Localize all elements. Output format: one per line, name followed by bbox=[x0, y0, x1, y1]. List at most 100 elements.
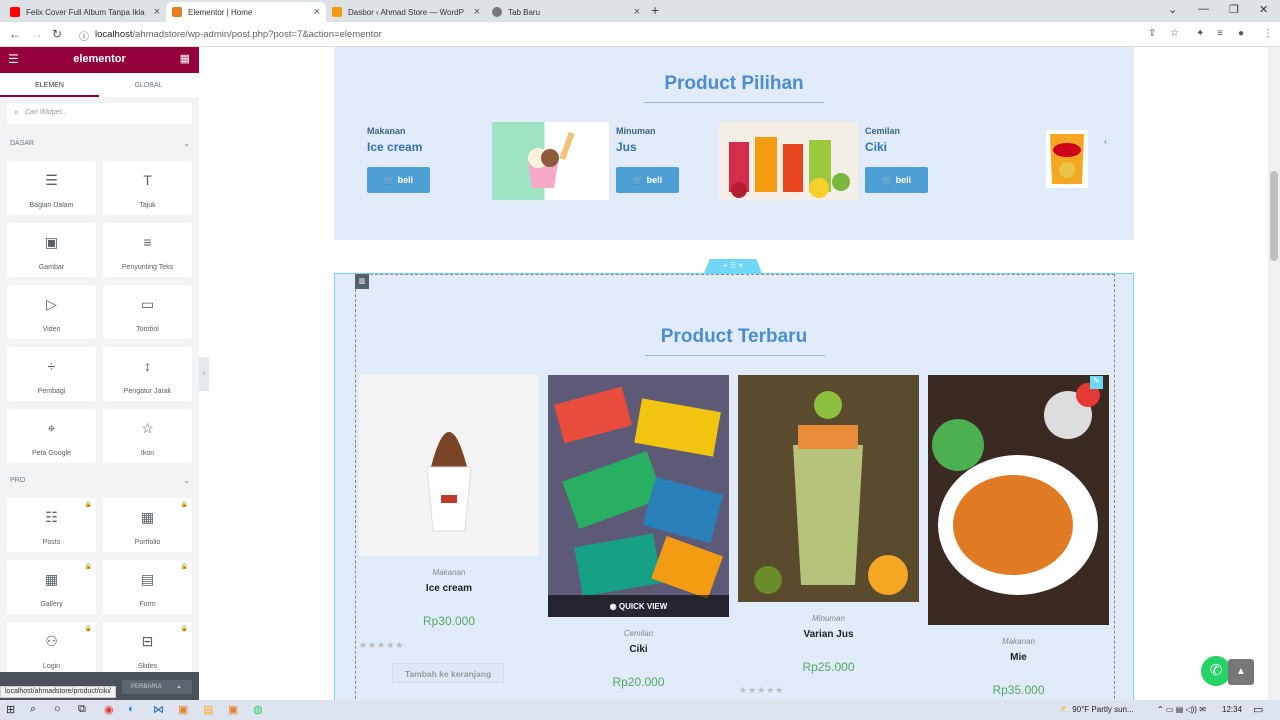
column-edit-icon[interactable]: ▥ bbox=[355, 274, 369, 289]
restore-button[interactable]: ❐ bbox=[1229, 3, 1239, 16]
url-field[interactable]: localhost/ahmadstore/wp-admin/post.php?p… bbox=[95, 29, 382, 40]
cortana-icon[interactable]: ○ bbox=[54, 703, 61, 715]
product-image[interactable]: ◉ QUICK VIEW bbox=[548, 375, 729, 617]
beli-button[interactable]: 🛒 beli bbox=[367, 167, 430, 193]
weather-widget[interactable]: ⛅ 90°F Partly sun... bbox=[1060, 705, 1134, 714]
task-view-icon[interactable]: ⧉ bbox=[78, 703, 86, 716]
extensions-icon[interactable]: ✦ bbox=[1196, 28, 1204, 39]
product-card[interactable]: Makanan Mie Rp35.000 bbox=[928, 375, 1109, 697]
widget-portfolio[interactable]: ▦ Portfolio 🔒 bbox=[103, 498, 192, 552]
widget-peta-google[interactable]: ⌖ Peta Google bbox=[7, 409, 96, 463]
widget-login[interactable]: ⚇ Login 🔒 bbox=[7, 622, 96, 676]
product-card[interactable]: Makanan Ice cream Rp30.000 bbox=[359, 375, 539, 628]
widget-posts[interactable]: ☷ Posts 🔒 bbox=[7, 498, 96, 552]
product-image[interactable] bbox=[928, 375, 1109, 625]
ice-cream-image[interactable] bbox=[492, 122, 609, 200]
whatsapp-app-icon[interactable]: ◍ bbox=[253, 703, 263, 716]
product-image[interactable] bbox=[738, 375, 919, 602]
section-handle[interactable]: + ⠿ × bbox=[704, 259, 762, 273]
section-basic-header[interactable]: DASAR ⌄ bbox=[10, 139, 190, 148]
product-name[interactable]: Ice cream bbox=[359, 583, 539, 594]
add-icon[interactable]: + bbox=[723, 261, 728, 270]
clock[interactable]: 12:34 bbox=[1222, 705, 1242, 714]
search-icon[interactable]: ⌕ bbox=[30, 703, 36, 716]
window-close-button[interactable]: ✕ bbox=[1259, 3, 1268, 16]
notifications-icon[interactable]: ▭ bbox=[1253, 703, 1263, 716]
spacer-icon: ↕ bbox=[144, 358, 151, 374]
tab-search-icon[interactable]: ⌄ bbox=[1168, 3, 1177, 16]
site-info-icon[interactable]: ⓘ bbox=[79, 28, 89, 43]
drag-handle-icon[interactable]: ⠿ bbox=[730, 261, 736, 270]
back-icon[interactable]: ← bbox=[9, 27, 21, 41]
widget-tombol[interactable]: ▭ Tombol bbox=[103, 285, 192, 339]
close-icon[interactable]: × bbox=[634, 6, 640, 18]
close-icon[interactable]: × bbox=[314, 6, 320, 18]
reload-icon[interactable]: ↻ bbox=[52, 27, 62, 41]
widget-slides[interactable]: ⊟ Slides 🔒 bbox=[103, 622, 192, 676]
share-icon[interactable]: ⇪ bbox=[1148, 28, 1156, 39]
lock-icon: 🔒 bbox=[84, 502, 92, 508]
browser-tab-elementor[interactable]: Elementor | Home × bbox=[166, 2, 326, 22]
whatsapp-icon[interactable]: ✆ bbox=[1201, 656, 1231, 686]
widget-gambar[interactable]: ▣ Gambar bbox=[7, 223, 96, 277]
widget-ikon[interactable]: ☆ Ikon bbox=[103, 409, 192, 463]
scrollbar-thumb[interactable] bbox=[1270, 171, 1278, 261]
widget-search-input[interactable]: ⌕ Cari Widget... bbox=[7, 103, 192, 124]
widget-penyunting-teks[interactable]: ≡ Penyunting Teks bbox=[103, 223, 192, 277]
widget-form[interactable]: ▤ Form 🔒 bbox=[103, 560, 192, 614]
section-product-pilihan[interactable]: Product Pilihan Makanan Ice cream 🛒 beli… bbox=[334, 47, 1134, 240]
browser-tab-dashboard[interactable]: Dasbor ‹ Ahmad Store — WordP × bbox=[326, 2, 486, 22]
edit-pencil-icon[interactable]: ✎ bbox=[1090, 376, 1103, 389]
grid-apps-icon[interactable]: ▦ bbox=[180, 52, 190, 65]
widget-bagian-dalam[interactable]: ☰ Bagian Dalam bbox=[7, 161, 96, 215]
section-pro-header[interactable]: PRO ⌄ bbox=[10, 476, 190, 485]
product-name[interactable]: Varian Jus bbox=[738, 629, 919, 640]
file-explorer-icon[interactable]: ▤ bbox=[203, 703, 213, 716]
minimize-button[interactable]: — bbox=[1198, 3, 1209, 15]
widget-gallery[interactable]: ▦ Gallery 🔒 bbox=[7, 560, 96, 614]
chrome-icon[interactable]: ◉ bbox=[104, 703, 114, 716]
elementor-app-icon[interactable]: ▣ bbox=[228, 703, 238, 716]
update-button[interactable]: PERBARUI ▴ bbox=[122, 680, 192, 694]
vscode-icon[interactable]: ⋈ bbox=[153, 703, 164, 716]
tray-icons[interactable]: ⌃ ▭ ▤ ◁)) ✉ bbox=[1157, 705, 1206, 714]
beli-button[interactable]: 🛒 beli bbox=[865, 167, 928, 193]
juice-image[interactable] bbox=[719, 122, 858, 200]
new-tab-button[interactable]: + bbox=[651, 2, 659, 18]
windows-start-icon[interactable]: ⊞ bbox=[6, 703, 15, 716]
tab-global[interactable]: GLOBAL bbox=[99, 82, 198, 89]
page-scrollbar[interactable] bbox=[1268, 47, 1280, 700]
tab-elements[interactable]: ELEMEN bbox=[0, 82, 99, 97]
scroll-to-top-button[interactable]: ▲ bbox=[1228, 659, 1254, 685]
delete-icon[interactable]: × bbox=[738, 261, 743, 270]
carousel-next-arrow[interactable]: ‹ bbox=[1104, 137, 1107, 146]
product-name[interactable]: Mie bbox=[928, 652, 1109, 663]
product-card[interactable]: Minuman Varian Jus Rp25.000 bbox=[738, 375, 919, 674]
link-status-tooltip: localhost/ahmadstore/product/ciki/ bbox=[0, 686, 116, 698]
bookmark-star-icon[interactable]: ☆ bbox=[1170, 28, 1179, 39]
widget-pengatur-jarak[interactable]: ↕ Pengatur Jarak bbox=[103, 347, 192, 401]
browser-tab-new[interactable]: Tab Baru × bbox=[486, 2, 646, 22]
cart-icon: 🛒 bbox=[632, 175, 645, 185]
close-icon[interactable]: × bbox=[474, 6, 480, 18]
widget-label: Slides bbox=[137, 663, 158, 670]
product-card[interactable]: ◉ QUICK VIEW Cemilan Ciki Rp20.000 bbox=[548, 375, 729, 689]
browser-tab-youtube[interactable]: Felix Cover Full Album Tanpa Ikla × bbox=[4, 2, 166, 22]
close-icon[interactable]: × bbox=[154, 6, 160, 18]
product-name[interactable]: Ciki bbox=[548, 644, 729, 655]
ciki-snack-image[interactable] bbox=[1046, 130, 1088, 188]
beli-button[interactable]: 🛒 beli bbox=[616, 167, 679, 193]
panel-collapse-toggle[interactable]: ‹ bbox=[199, 357, 209, 391]
widget-video[interactable]: ▷ Video bbox=[7, 285, 96, 339]
menu-dots-icon[interactable]: ⋮ bbox=[1263, 28, 1273, 39]
widget-pembagi[interactable]: ÷ Pembagi bbox=[7, 347, 96, 401]
product-image[interactable] bbox=[359, 375, 539, 556]
reading-list-icon[interactable]: ≡ bbox=[1217, 28, 1223, 39]
edge-icon[interactable]: ◐ bbox=[128, 703, 135, 715]
profile-icon[interactable]: ● bbox=[1238, 28, 1244, 39]
forward-icon[interactable]: → bbox=[31, 27, 43, 41]
widget-tajuk[interactable]: T Tajuk bbox=[103, 161, 192, 215]
add-to-cart-button[interactable]: Tambah ke keranjang bbox=[392, 663, 504, 683]
quick-view-button[interactable]: ◉ QUICK VIEW bbox=[548, 595, 729, 617]
xampp-icon[interactable]: ▣ bbox=[178, 703, 188, 716]
